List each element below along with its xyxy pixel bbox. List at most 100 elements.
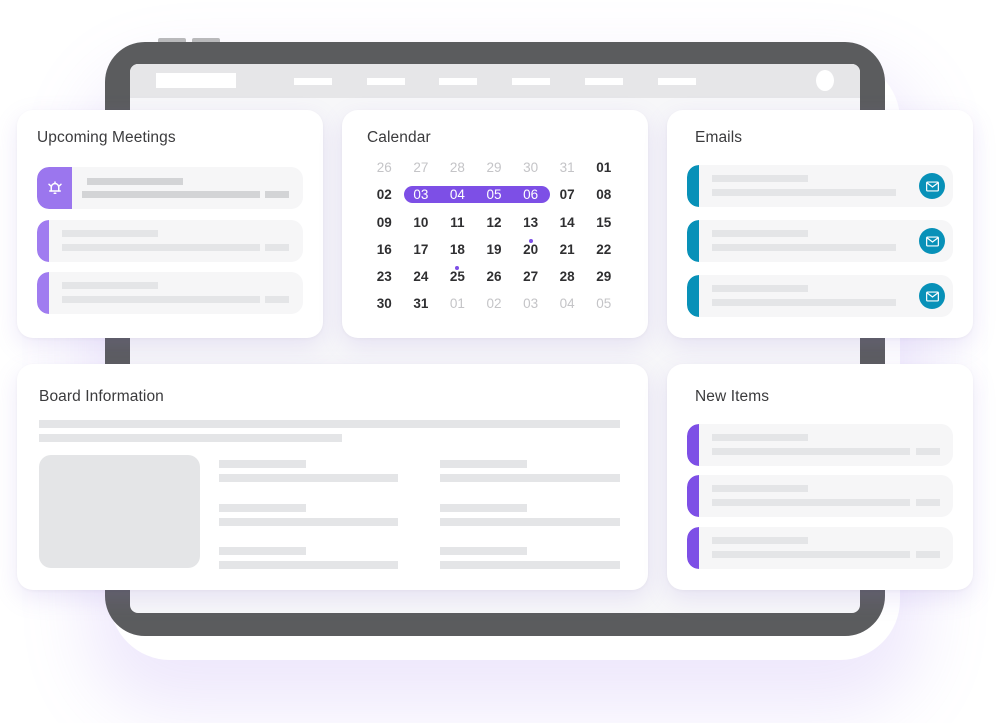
mail-icon bbox=[925, 235, 939, 247]
meeting-detail-placeholder bbox=[62, 296, 260, 303]
item-title-placeholder bbox=[712, 537, 808, 544]
card-title: New Items bbox=[695, 388, 770, 405]
email-preview-placeholder bbox=[712, 189, 896, 196]
calendar-day[interactable]: 04 bbox=[439, 184, 476, 211]
calendar-day[interactable]: 08 bbox=[585, 184, 622, 211]
calendar-day[interactable]: 26 bbox=[476, 266, 513, 293]
item-detail-placeholder bbox=[712, 499, 910, 506]
calendar-day[interactable]: 03 bbox=[512, 293, 549, 320]
new-item[interactable] bbox=[687, 475, 953, 517]
new-item-accent bbox=[687, 424, 699, 466]
email-item[interactable] bbox=[687, 165, 953, 207]
field-value-placeholder bbox=[440, 518, 620, 526]
email-subject-placeholder bbox=[712, 175, 808, 182]
item-detail-placeholder bbox=[712, 551, 910, 558]
calendar-day[interactable]: 30 bbox=[512, 157, 549, 184]
calendar-day[interactable]: 19 bbox=[476, 239, 513, 266]
calendar-day[interactable]: 03 bbox=[403, 184, 440, 211]
new-item[interactable] bbox=[687, 527, 953, 569]
calendar-day[interactable]: 12 bbox=[476, 212, 513, 239]
calendar-day[interactable]: 16 bbox=[366, 239, 403, 266]
calendar-day[interactable]: 04 bbox=[549, 293, 586, 320]
calendar-grid: 26 27 28 29 30 31 01 02 03 04 05 06 07 08 09 10 11 12 13 14… bbox=[366, 157, 622, 321]
board-information-card: Board Information bbox=[17, 364, 648, 590]
calendar-day[interactable]: 25 bbox=[439, 266, 476, 293]
calendar-day[interactable]: 31 bbox=[403, 293, 440, 320]
calendar-week: 16 17 18 19 20 21 22 bbox=[366, 239, 622, 271]
new-items-card: New Items bbox=[667, 364, 973, 590]
calendar-day[interactable]: 17 bbox=[403, 239, 440, 266]
new-item[interactable] bbox=[687, 424, 953, 466]
calendar-day[interactable]: 27 bbox=[512, 266, 549, 293]
calendar-day[interactable]: 15 bbox=[585, 212, 622, 239]
calendar-day[interactable]: 29 bbox=[476, 157, 513, 184]
calendar-week: 30 31 01 02 03 04 05 bbox=[366, 293, 622, 320]
meeting-time-placeholder bbox=[265, 244, 289, 251]
card-title: Calendar bbox=[367, 129, 431, 146]
item-meta-placeholder bbox=[916, 448, 940, 455]
field-value-placeholder bbox=[219, 561, 398, 569]
field-label-placeholder bbox=[219, 460, 306, 468]
meeting-alert-marker bbox=[37, 167, 72, 209]
calendar-day[interactable]: 28 bbox=[549, 266, 586, 293]
calendar-day[interactable]: 01 bbox=[585, 157, 622, 184]
calendar-day[interactable]: 13 bbox=[512, 212, 549, 243]
calendar-day[interactable]: 05 bbox=[585, 293, 622, 320]
email-item[interactable] bbox=[687, 220, 953, 262]
calendar-day[interactable]: 01 bbox=[439, 293, 476, 320]
nav-link[interactable] bbox=[658, 78, 696, 85]
meeting-item[interactable] bbox=[37, 272, 303, 314]
calendar-day[interactable]: 07 bbox=[549, 184, 586, 211]
bell-icon bbox=[47, 181, 62, 194]
nav-link[interactable] bbox=[439, 78, 477, 85]
email-item[interactable] bbox=[687, 275, 953, 317]
email-preview-placeholder bbox=[712, 244, 896, 251]
calendar-day[interactable]: 26 bbox=[366, 157, 403, 184]
card-title: Emails bbox=[695, 129, 743, 146]
calendar-day[interactable]: 20 bbox=[512, 239, 549, 266]
email-accent bbox=[687, 220, 699, 262]
meeting-time-placeholder bbox=[265, 191, 289, 198]
nav-logo[interactable] bbox=[156, 73, 236, 88]
open-email-button[interactable] bbox=[919, 173, 945, 199]
meeting-item[interactable] bbox=[37, 220, 303, 262]
calendar-day[interactable]: 27 bbox=[403, 157, 440, 184]
nav-link[interactable] bbox=[585, 78, 623, 85]
calendar-day[interactable]: 21 bbox=[549, 239, 586, 266]
calendar-day[interactable]: 31 bbox=[549, 157, 586, 184]
calendar-day[interactable]: 29 bbox=[585, 266, 622, 293]
mail-icon bbox=[925, 290, 939, 302]
calendar-day[interactable]: 06 bbox=[512, 184, 549, 211]
field-value-placeholder bbox=[219, 518, 398, 526]
description-line bbox=[39, 434, 342, 442]
card-title: Upcoming Meetings bbox=[37, 129, 176, 146]
calendar-day[interactable]: 14 bbox=[549, 212, 586, 239]
calendar-day[interactable]: 18 bbox=[439, 239, 476, 271]
avatar[interactable] bbox=[816, 70, 834, 91]
calendar-day[interactable]: 24 bbox=[403, 266, 440, 293]
nav-link[interactable] bbox=[512, 78, 550, 85]
field-value-placeholder bbox=[440, 561, 620, 569]
calendar-day[interactable]: 22 bbox=[585, 239, 622, 266]
nav-link[interactable] bbox=[294, 78, 332, 85]
meeting-accent bbox=[37, 272, 49, 314]
calendar-day[interactable]: 05 bbox=[476, 184, 513, 211]
calendar-day[interactable]: 30 bbox=[366, 293, 403, 320]
meeting-title-placeholder bbox=[87, 178, 183, 185]
calendar-day[interactable]: 09 bbox=[366, 212, 403, 239]
calendar-day[interactable]: 28 bbox=[439, 157, 476, 184]
calendar-week: 02 03 04 05 06 07 08 bbox=[366, 184, 622, 211]
calendar-day[interactable]: 02 bbox=[366, 184, 403, 211]
open-email-button[interactable] bbox=[919, 228, 945, 254]
board-image-placeholder[interactable] bbox=[39, 455, 200, 568]
field-label-placeholder bbox=[440, 547, 527, 555]
calendar-day[interactable]: 23 bbox=[366, 266, 403, 293]
email-accent bbox=[687, 165, 699, 207]
calendar-day[interactable]: 10 bbox=[403, 212, 440, 239]
calendar-day[interactable]: 11 bbox=[439, 212, 476, 239]
calendar-week: 26 27 28 29 30 31 01 bbox=[366, 157, 622, 184]
nav-link[interactable] bbox=[367, 78, 405, 85]
meeting-item[interactable] bbox=[37, 167, 303, 209]
open-email-button[interactable] bbox=[919, 283, 945, 309]
calendar-day[interactable]: 02 bbox=[476, 293, 513, 320]
